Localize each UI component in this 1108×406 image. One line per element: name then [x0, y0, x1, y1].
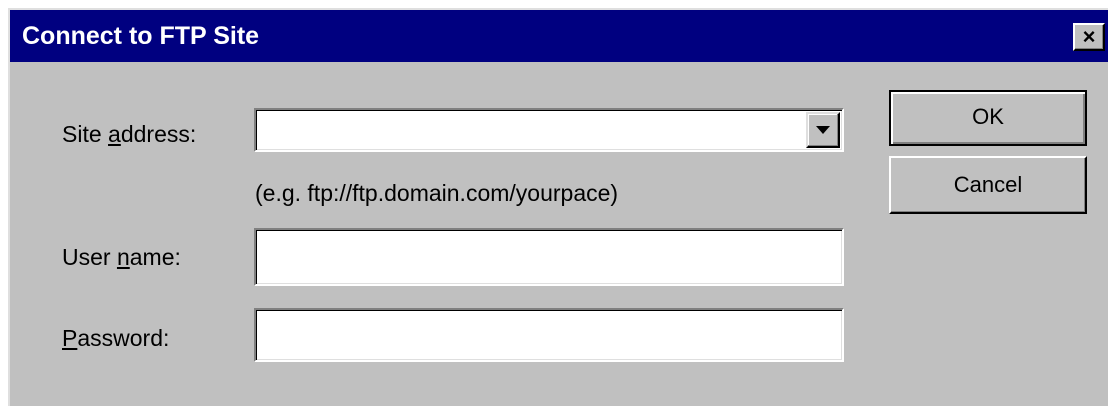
user-name-field[interactable]	[254, 228, 844, 286]
user-name-label-accel: n	[116, 244, 130, 270]
password-label-post: assword:	[77, 325, 170, 351]
close-button[interactable]: ×	[1073, 23, 1105, 51]
user-name-label-post: ame:	[129, 244, 181, 270]
password-input[interactable]	[260, 318, 836, 352]
site-address-label-pre: Site	[62, 121, 109, 147]
user-name-input[interactable]	[260, 240, 836, 274]
chevron-down-icon	[816, 126, 830, 134]
site-address-hint: (e.g. ftp://ftp.domain.com/yourpace)	[255, 180, 619, 206]
cancel-button[interactable]: Cancel	[889, 156, 1087, 214]
site-address-input[interactable]	[260, 113, 800, 147]
window-title: Connect to FTP Site	[22, 22, 260, 50]
password-field[interactable]	[254, 308, 844, 362]
site-address-label: Site address:	[62, 121, 196, 147]
user-name-label: User name:	[62, 244, 181, 270]
password-label-accel: P	[62, 325, 78, 351]
close-icon: ×	[1082, 24, 1096, 49]
site-address-combobox[interactable]	[254, 108, 844, 152]
site-address-label-accel: a	[108, 121, 121, 147]
title-bar: Connect to FTP Site ×	[10, 10, 1108, 62]
password-label: Password:	[62, 325, 169, 351]
user-name-label-pre: User	[62, 244, 117, 270]
site-address-dropdown-button[interactable]	[806, 112, 840, 148]
site-address-label-post: ddress:	[120, 121, 197, 147]
connect-ftp-dialog: Connect to FTP Site × Site address: (e.g…	[8, 8, 1108, 406]
ok-button[interactable]: OK	[889, 90, 1087, 146]
